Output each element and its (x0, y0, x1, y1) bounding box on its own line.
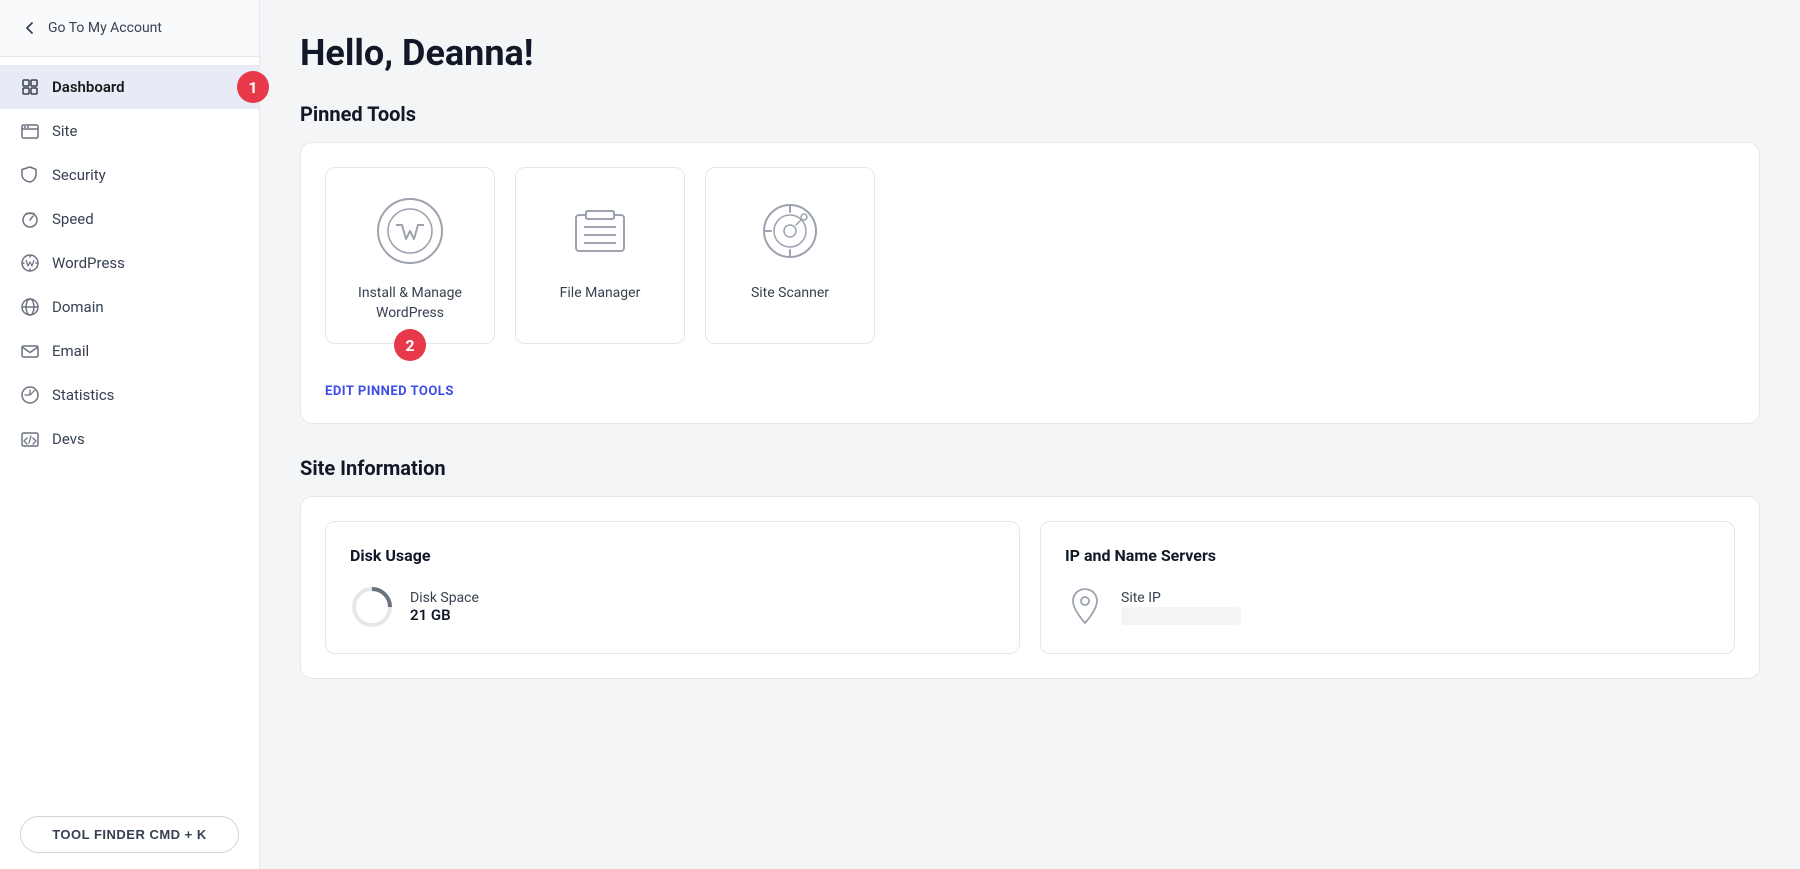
tool-card-wordpress[interactable]: Install & Manage WordPress 2 (325, 167, 495, 344)
site-label: Site (52, 122, 77, 140)
disk-chart-icon (350, 585, 394, 629)
info-grid: Disk Usage Disk Space 21 GB IP and Name … (325, 521, 1735, 654)
site-info-title: Site Information (300, 456, 1760, 480)
back-label: Go To My Account (48, 20, 162, 36)
wordpress-tool-badge: 2 (394, 329, 426, 361)
tool-card-site-scanner[interactable]: Site Scanner (705, 167, 875, 344)
edit-pinned-tools[interactable]: EDIT PINNED TOOLS (325, 380, 1735, 399)
page-greeting: Hello, Deanna! (300, 32, 1760, 74)
site-info-card: Disk Usage Disk Space 21 GB IP and Name … (300, 496, 1760, 679)
main-content: Hello, Deanna! Pinned Tools Install & Ma… (260, 0, 1800, 869)
pinned-tools-card: Install & Manage WordPress 2 File Manage… (300, 142, 1760, 424)
pinned-tools-title: Pinned Tools (300, 102, 1760, 126)
speed-label: Speed (52, 210, 94, 228)
disk-usage-card: Disk Usage Disk Space 21 GB (325, 521, 1020, 654)
sidebar-item-site[interactable]: Site (0, 109, 259, 153)
sidebar-item-security[interactable]: Security (0, 153, 259, 197)
devs-icon (20, 429, 40, 449)
sidebar: Go To My Account Dashboard 1 Site (0, 0, 260, 869)
disk-row: Disk Space 21 GB (350, 585, 995, 629)
disk-space-label: Disk Space (410, 590, 479, 606)
file-manager-tool-label: File Manager (560, 284, 641, 304)
site-scanner-tool-label: Site Scanner (751, 284, 829, 304)
tool-card-file-manager[interactable]: File Manager (515, 167, 685, 344)
site-scanner-tool-icon (755, 196, 825, 266)
disk-info: Disk Space 21 GB (410, 590, 479, 624)
dashboard-label: Dashboard (52, 78, 125, 96)
sidebar-item-email[interactable]: Email (0, 329, 259, 373)
domain-icon (20, 297, 40, 317)
file-manager-tool-icon (565, 196, 635, 266)
dashboard-badge: 1 (237, 71, 269, 103)
tool-finder-button[interactable]: TOOL FINDER CMD + K (20, 816, 239, 853)
wordpress-tool-icon (375, 196, 445, 266)
sidebar-nav: Dashboard 1 Site Security (0, 57, 259, 800)
email-icon (20, 341, 40, 361)
site-icon (20, 121, 40, 141)
site-ip-label: Site IP (1121, 590, 1241, 606)
location-pin-icon (1065, 585, 1105, 629)
pinned-tools-grid: Install & Manage WordPress 2 File Manage… (325, 167, 1735, 344)
ip-row: Site IP (1065, 585, 1710, 629)
domain-label: Domain (52, 298, 104, 316)
back-arrow-icon (20, 18, 40, 38)
sidebar-item-statistics[interactable]: Statistics (0, 373, 259, 417)
email-label: Email (52, 342, 89, 360)
ip-info: Site IP (1121, 590, 1241, 625)
sidebar-item-dashboard[interactable]: Dashboard 1 (0, 65, 259, 109)
security-icon (20, 165, 40, 185)
sidebar-item-wordpress[interactable]: WordPress (0, 241, 259, 285)
back-to-account[interactable]: Go To My Account (0, 0, 259, 57)
ip-name-servers-title: IP and Name Servers (1065, 546, 1710, 565)
statistics-icon (20, 385, 40, 405)
security-label: Security (52, 166, 106, 184)
ip-name-servers-card: IP and Name Servers Site IP (1040, 521, 1735, 654)
speed-icon (20, 209, 40, 229)
sidebar-item-speed[interactable]: Speed (0, 197, 259, 241)
site-ip-value (1121, 607, 1241, 625)
sidebar-item-domain[interactable]: Domain (0, 285, 259, 329)
disk-usage-title: Disk Usage (350, 546, 995, 565)
wordpress-tool-label: Install & Manage WordPress (342, 284, 478, 323)
wordpress-icon (20, 253, 40, 273)
devs-label: Devs (52, 430, 85, 448)
disk-space-value: 21 GB (410, 606, 479, 624)
sidebar-item-devs[interactable]: Devs (0, 417, 259, 461)
dashboard-icon (20, 77, 40, 97)
wordpress-label: WordPress (52, 254, 125, 272)
statistics-label: Statistics (52, 386, 114, 404)
